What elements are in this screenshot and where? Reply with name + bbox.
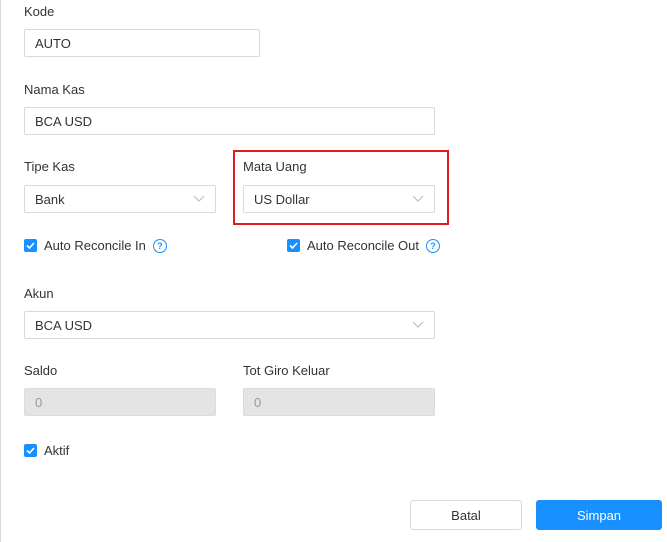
chevron-down-icon <box>412 319 424 331</box>
auto-reconcile-in-label: Auto Reconcile In <box>44 238 146 253</box>
auto-reconcile-out-checkbox[interactable]: Auto Reconcile Out ? <box>287 238 441 253</box>
aktif-label: Aktif <box>44 443 70 458</box>
akun-select[interactable]: BCA USD <box>24 311 435 339</box>
check-icon <box>24 239 37 252</box>
saldo-input: 0 <box>24 388 216 416</box>
saldo-label: Saldo <box>24 363 58 378</box>
chevron-down-icon <box>193 193 205 205</box>
kode-value: AUTO <box>35 35 71 51</box>
nama-kas-value: BCA USD <box>35 113 93 129</box>
kode-label: Kode <box>24 4 55 19</box>
auto-reconcile-in-checkbox[interactable]: Auto Reconcile In ? <box>24 238 167 253</box>
tipe-kas-select[interactable]: Bank <box>24 185 216 213</box>
help-circle-icon[interactable]: ? <box>152 238 167 253</box>
cancel-button[interactable]: Batal <box>410 500 522 530</box>
tipe-kas-label: Tipe Kas <box>24 159 75 174</box>
akun-label: Akun <box>24 286 54 301</box>
aktif-checkbox[interactable]: Aktif <box>24 443 69 458</box>
panel-left-border <box>0 0 1 542</box>
save-button[interactable]: Simpan <box>536 500 662 530</box>
kode-input[interactable]: AUTO <box>24 29 260 57</box>
tot-giro-keluar-value: 0 <box>254 394 262 410</box>
tot-giro-keluar-label: Tot Giro Keluar <box>243 363 330 378</box>
tot-giro-keluar-input: 0 <box>243 388 435 416</box>
mata-uang-highlight-box <box>233 150 449 225</box>
auto-reconcile-out-label: Auto Reconcile Out <box>307 238 420 253</box>
akun-value: BCA USD <box>35 317 93 333</box>
help-circle-icon[interactable]: ? <box>426 238 441 253</box>
tipe-kas-value: Bank <box>35 191 65 207</box>
check-icon <box>24 444 37 457</box>
nama-kas-input[interactable]: BCA USD <box>24 107 435 135</box>
saldo-value: 0 <box>35 394 43 410</box>
check-icon <box>287 239 300 252</box>
nama-kas-label: Nama Kas <box>24 82 85 97</box>
